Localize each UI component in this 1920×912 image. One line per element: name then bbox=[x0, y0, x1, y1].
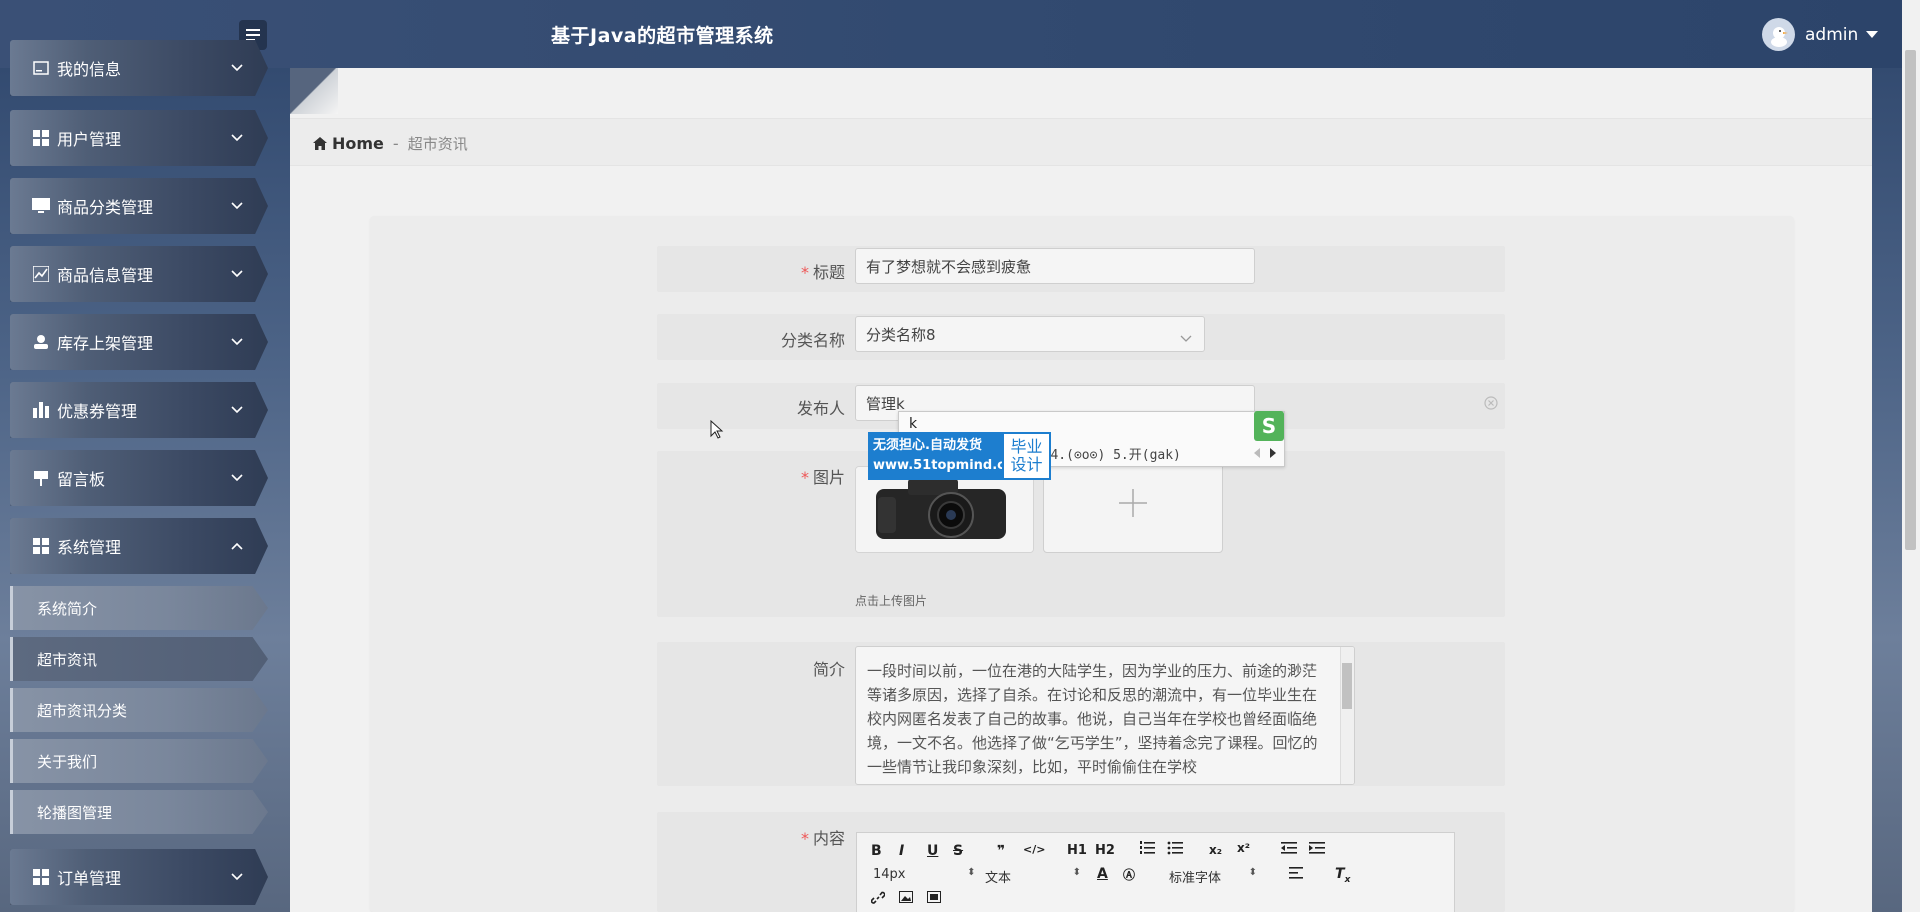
chevron-down-icon bbox=[230, 403, 244, 417]
superscript-icon[interactable]: x² bbox=[1237, 841, 1250, 855]
user-icon bbox=[30, 331, 52, 353]
textarea-scrollbar[interactable] bbox=[1340, 647, 1354, 784]
sidebar-item-orders[interactable]: 订单管理 bbox=[10, 849, 268, 905]
breadcrumb-home-link[interactable]: Home bbox=[332, 134, 384, 153]
chevron-down-icon bbox=[230, 335, 244, 349]
chart-line-icon bbox=[30, 263, 52, 285]
sidebar-subitem-about[interactable]: 关于我们 bbox=[10, 739, 268, 783]
id-card-icon bbox=[30, 57, 52, 79]
chevron-down-icon bbox=[230, 471, 244, 485]
username: admin bbox=[1805, 24, 1859, 45]
sidebar-item-category[interactable]: 商品分类管理 bbox=[10, 178, 268, 234]
sidebar-subitem-news[interactable]: 超市资讯 bbox=[10, 637, 268, 681]
h1-button[interactable]: H1 bbox=[1067, 843, 1087, 858]
background-color-icon[interactable]: Ⓐ bbox=[1123, 866, 1135, 883]
align-icon[interactable] bbox=[1289, 867, 1303, 883]
font-family-select[interactable]: 标准字体 ⬍ bbox=[1169, 867, 1257, 886]
sidebar-item-coupons[interactable]: 优惠券管理 bbox=[10, 382, 268, 438]
intro-textarea[interactable]: 一段时间以前，一位在港的大陆学生，因为学业的压力、前途的渺茫等诸多原因，选择了自… bbox=[855, 646, 1355, 785]
page-scrollbar-thumb[interactable] bbox=[1905, 50, 1916, 550]
breadcrumb-current: 超市资讯 bbox=[407, 135, 468, 153]
watermark-ad: 无须担心.自动发货 www.51topmind.com 毕业 设计 bbox=[868, 432, 1051, 480]
publisher-label: 发布人 bbox=[796, 399, 845, 418]
system-title: 基于Java的超市管理系统 bbox=[551, 25, 774, 47]
bullet-list-icon[interactable] bbox=[1167, 841, 1183, 859]
home-icon bbox=[313, 137, 327, 150]
title-label: * 标题 bbox=[800, 263, 845, 282]
sidebar-subitem-intro[interactable]: 系统简介 bbox=[10, 586, 268, 630]
paragraph-select[interactable]: 文本 ⬍ bbox=[985, 867, 1081, 886]
sidebar-item-my-info[interactable]: 我的信息 bbox=[10, 40, 268, 96]
sidebar-item-system[interactable]: 系统管理 bbox=[10, 518, 268, 574]
grid-icon bbox=[30, 535, 52, 557]
caret-down-icon bbox=[1866, 31, 1879, 38]
avatar bbox=[1762, 18, 1795, 51]
plus-icon bbox=[1119, 489, 1147, 517]
indent-icon[interactable] bbox=[1309, 841, 1325, 859]
ordered-list-icon[interactable] bbox=[1139, 841, 1155, 859]
image-label: * 图片 bbox=[800, 468, 845, 487]
upload-tip: 点击上传图片 bbox=[855, 594, 928, 608]
intro-label: 简介 bbox=[812, 660, 845, 679]
ime-prev-icon[interactable] bbox=[1254, 448, 1260, 458]
code-button[interactable]: </> bbox=[1023, 843, 1045, 856]
image-icon[interactable] bbox=[899, 891, 913, 907]
breadcrumb-bar bbox=[290, 118, 1872, 166]
clear-format-icon[interactable]: Tx bbox=[1335, 866, 1350, 885]
hamburger-icon bbox=[246, 29, 260, 41]
user-menu[interactable]: admin bbox=[1762, 18, 1879, 51]
category-select[interactable]: 分类名称8 bbox=[855, 316, 1205, 352]
underline-button[interactable]: U bbox=[927, 843, 938, 859]
sign-icon bbox=[30, 467, 52, 489]
chevron-up-icon bbox=[230, 539, 244, 553]
link-icon[interactable] bbox=[870, 891, 886, 909]
sidebar-subitem-carousel[interactable]: 轮播图管理 bbox=[10, 790, 268, 834]
upload-add-button[interactable] bbox=[1043, 453, 1223, 553]
title-input[interactable]: 有了梦想就不会感到疲惫 bbox=[855, 248, 1255, 284]
breadcrumb: Home - 超市资讯 bbox=[313, 133, 468, 154]
italic-button[interactable]: I bbox=[899, 843, 904, 859]
rich-text-editor[interactable]: B I U S ❞ </> H1 H2 x₂ x² 14px ⬍ 文本 ⬍ A Ⓐ … bbox=[856, 832, 1455, 912]
quote-button[interactable]: ❞ bbox=[997, 843, 1005, 859]
sidebar-subitem-news-category[interactable]: 超市资讯分类 bbox=[10, 688, 268, 732]
category-label: 分类名称 bbox=[780, 331, 845, 350]
ime-input-text: k bbox=[909, 416, 918, 432]
sidebar: 我的信息 用户管理 商品分类管理 商品信息管理 库存上架管理 优惠券管理 留言板… bbox=[0, 40, 290, 912]
ime-logo-icon: S bbox=[1254, 411, 1284, 441]
video-icon[interactable] bbox=[927, 891, 941, 907]
chevron-down-icon bbox=[230, 61, 244, 75]
bold-button[interactable]: B bbox=[871, 843, 882, 859]
content-label: * 内容 bbox=[800, 829, 845, 848]
clear-icon[interactable] bbox=[1484, 395, 1498, 410]
ime-next-icon[interactable] bbox=[1270, 448, 1276, 458]
strike-button[interactable]: S bbox=[953, 843, 963, 859]
sidebar-item-product-info[interactable]: 商品信息管理 bbox=[10, 246, 268, 302]
outdent-icon[interactable] bbox=[1281, 841, 1297, 859]
monitor-icon bbox=[30, 195, 52, 217]
sidebar-item-users[interactable]: 用户管理 bbox=[10, 110, 268, 166]
sidebar-item-inventory[interactable]: 库存上架管理 bbox=[10, 314, 268, 370]
chevron-down-icon bbox=[230, 267, 244, 281]
font-size-select[interactable]: 14px ⬍ bbox=[873, 867, 976, 882]
subscript-icon[interactable]: x₂ bbox=[1209, 843, 1222, 857]
grid-icon bbox=[30, 127, 52, 149]
page-curl-decoration bbox=[290, 68, 338, 114]
h2-button[interactable]: H2 bbox=[1095, 843, 1115, 858]
chevron-down-icon bbox=[1180, 329, 1192, 347]
breadcrumb-separator: - bbox=[392, 134, 399, 153]
sidebar-item-message-board[interactable]: 留言板 bbox=[10, 450, 268, 506]
duck-avatar-icon bbox=[1770, 26, 1788, 47]
chevron-down-icon bbox=[230, 131, 244, 145]
font-color-icon[interactable]: A bbox=[1097, 866, 1108, 882]
grid-icon bbox=[30, 866, 52, 888]
ime-candidates[interactable]: f) 4.(⊙o⊙) 5.开(gak) bbox=[1027, 444, 1387, 463]
mouse-cursor bbox=[710, 419, 724, 444]
chevron-down-icon bbox=[230, 199, 244, 213]
chevron-down-icon bbox=[230, 870, 244, 884]
bar-chart-icon bbox=[30, 399, 52, 421]
